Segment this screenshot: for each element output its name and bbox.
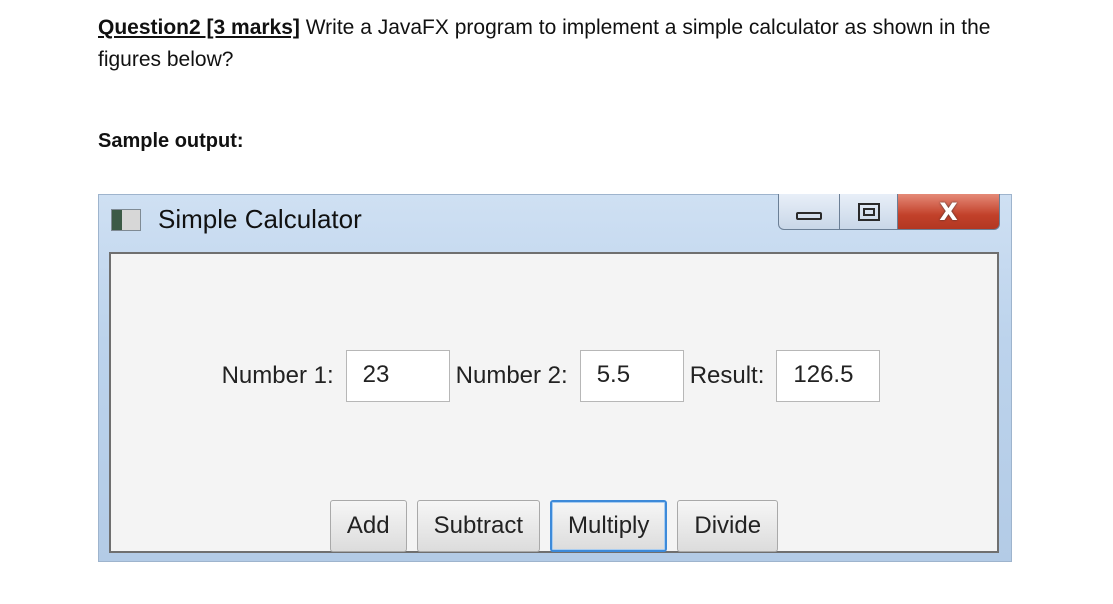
number2-field[interactable]: 5.5 [579,350,684,402]
sample-output-label: Sample output: [98,130,244,152]
close-button[interactable]: X [898,194,1000,230]
multiply-button[interactable]: Multiply [550,500,668,552]
minimize-icon [796,211,822,220]
window-title: Simple Calculator [158,204,362,234]
question-heading: Question2 [3 marks] [98,16,300,39]
minimize-button[interactable] [778,194,840,230]
add-button[interactable]: Add [329,500,407,552]
number2-label: Number 2: [455,362,568,389]
number1-label: Number 1: [221,362,334,389]
calculator-window: Simple Calculator X Number 1: 23 Number … [98,194,1012,562]
maximize-icon [857,202,880,221]
window-controls: X [778,194,1000,230]
maximize-button[interactable] [840,194,898,230]
result-label: Result: [689,362,765,389]
divide-button[interactable]: Divide [677,500,779,552]
calculator-pane: Number 1: 23 Number 2: 5.5 Result: 126.5… [109,252,999,553]
number1-field[interactable]: 23 [345,350,450,402]
title-bar[interactable]: Simple Calculator X [98,194,1012,248]
result-field[interactable]: 126.5 [776,350,881,402]
subtract-button[interactable]: Subtract [416,500,541,552]
app-window-icon [111,209,141,231]
operation-buttons: Add Subtract Multiply Divide [111,500,997,552]
question-text: Question2 [3 marks] Write a JavaFX progr… [98,12,1038,76]
input-row: Number 1: 23 Number 2: 5.5 Result: 126.5 [111,350,997,402]
close-icon: X [939,197,958,226]
